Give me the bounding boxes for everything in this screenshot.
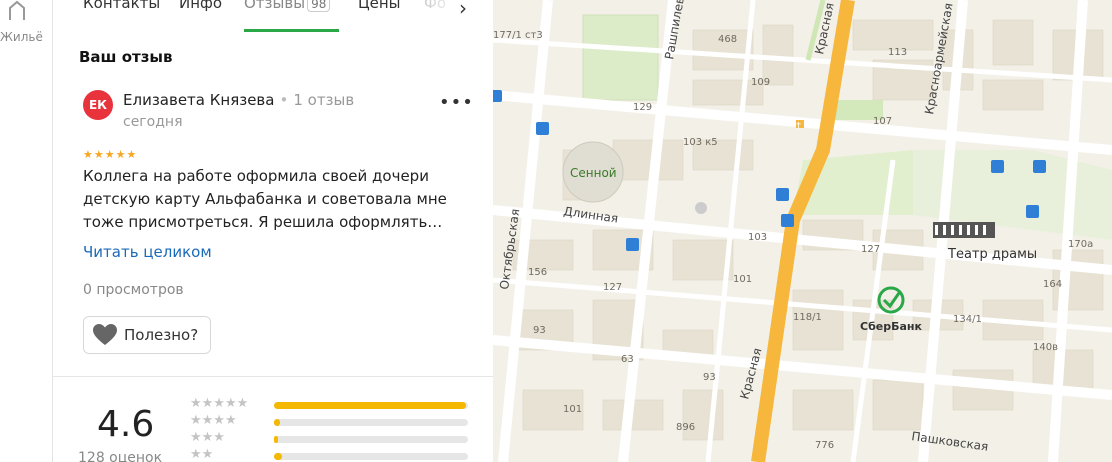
svg-text:468: 468 (718, 34, 737, 45)
rating-count: 128 оценок (78, 450, 163, 462)
read-more-link[interactable]: Читать целиком (83, 243, 212, 261)
useful-button[interactable]: Полезно? (83, 316, 211, 354)
avatar[interactable]: ЕК (83, 90, 113, 120)
svg-text:164: 164 (1043, 279, 1062, 290)
svg-text:101: 101 (563, 404, 582, 415)
rating-row-track (274, 453, 468, 460)
svg-text:109: 109 (751, 77, 770, 88)
poi-sberbank[interactable]: СберБанк (860, 320, 922, 333)
svg-text:103: 103 (748, 232, 767, 243)
active-tab-indicator (244, 29, 339, 32)
tab-prices[interactable]: Цены (358, 0, 401, 12)
svg-text:127: 127 (603, 282, 622, 293)
tab-contacts[interactable]: Контакты (83, 0, 160, 12)
review-author[interactable]: Елизавета Князева • 1 отзыв (123, 91, 354, 109)
svg-text:896: 896 (676, 422, 695, 433)
chevron-right-icon[interactable]: › (459, 0, 467, 20)
svg-text:†: † (796, 121, 801, 132)
rating-row-stars: ★★ (190, 447, 214, 462)
svg-text:118/1: 118/1 (793, 312, 822, 323)
svg-text:140в: 140в (1033, 342, 1058, 353)
place-panel: Контакты Инфо Отзывы98 Цены Фо › Ваш отз… (53, 0, 493, 462)
svg-text:156: 156 (528, 267, 547, 278)
rating-row-stars: ★★★★ (190, 413, 237, 428)
useful-label: Полезно? (124, 326, 199, 344)
tab-info[interactable]: Инфо (179, 0, 222, 12)
divider (53, 376, 493, 377)
reviews-count-badge: 98 (307, 0, 331, 12)
svg-text:101: 101 (733, 274, 752, 285)
views-count: 0 просмотров (83, 282, 184, 298)
review-text: Коллега на работе оформила своей дочери … (83, 167, 447, 231)
svg-text:113: 113 (888, 47, 907, 58)
svg-text:776: 776 (815, 440, 834, 451)
svg-text:177/1 ст3: 177/1 ст3 (493, 30, 543, 41)
tab-reviews[interactable]: Отзывы 98 (244, 0, 331, 12)
rating-row-stars: ★★★ (190, 430, 225, 445)
tab-bar: Контакты Инфо Отзывы98 Цены Фо › (53, 0, 493, 34)
park-north (582, 14, 659, 101)
rating-row-4: ★★★★ (190, 413, 470, 432)
svg-text:93: 93 (703, 372, 716, 383)
rating-row-3: ★★★ (190, 430, 470, 449)
svg-text:107: 107 (873, 116, 892, 127)
left-rail: Жильё (0, 0, 53, 462)
rating-row-track (274, 402, 468, 409)
rail-label-housing[interactable]: Жильё (0, 30, 43, 44)
more-options-icon[interactable]: ••• (439, 92, 474, 113)
rating-row-fill (274, 453, 282, 460)
svg-text:127: 127 (861, 244, 880, 255)
rating-row-track (274, 419, 468, 426)
rating-row-fill (274, 402, 467, 409)
rating-row-fill (274, 436, 278, 443)
review-date: сегодня (123, 114, 183, 130)
poi-theatre[interactable]: Театр драмы (947, 247, 1037, 262)
svg-text:134/1: 134/1 (953, 314, 982, 325)
map[interactable]: 177/1 ст3 468 109 113 129 103 к5 107 103 127 17… (493, 0, 1112, 462)
section-title: Ваш отзыв (79, 48, 173, 66)
rating-row-2: ★★ (190, 447, 470, 462)
tab-fade (413, 0, 463, 30)
building-pin-icon[interactable] (695, 202, 707, 214)
svg-text:103 к5: 103 к5 (683, 137, 718, 148)
author-name[interactable]: Елизавета Князева (123, 91, 274, 109)
rating-row-track (274, 436, 468, 443)
svg-text:93: 93 (533, 325, 546, 336)
rating-row-fill (274, 419, 280, 426)
housing-icon[interactable] (6, 0, 28, 22)
theatre-icon[interactable] (933, 222, 995, 238)
svg-text:129: 129 (633, 102, 652, 113)
rating-row-stars: ★★★★★ (190, 396, 249, 411)
svg-text:170а: 170а (1068, 239, 1093, 250)
heart-icon (93, 324, 117, 345)
review-rating-stars: ★★★★★ (83, 148, 138, 161)
poi-senoy[interactable]: Сенной (570, 166, 617, 180)
author-review-count: 1 отзыв (293, 91, 355, 109)
svg-text:63: 63 (621, 354, 634, 365)
overall-rating: 4.6 (97, 404, 155, 445)
